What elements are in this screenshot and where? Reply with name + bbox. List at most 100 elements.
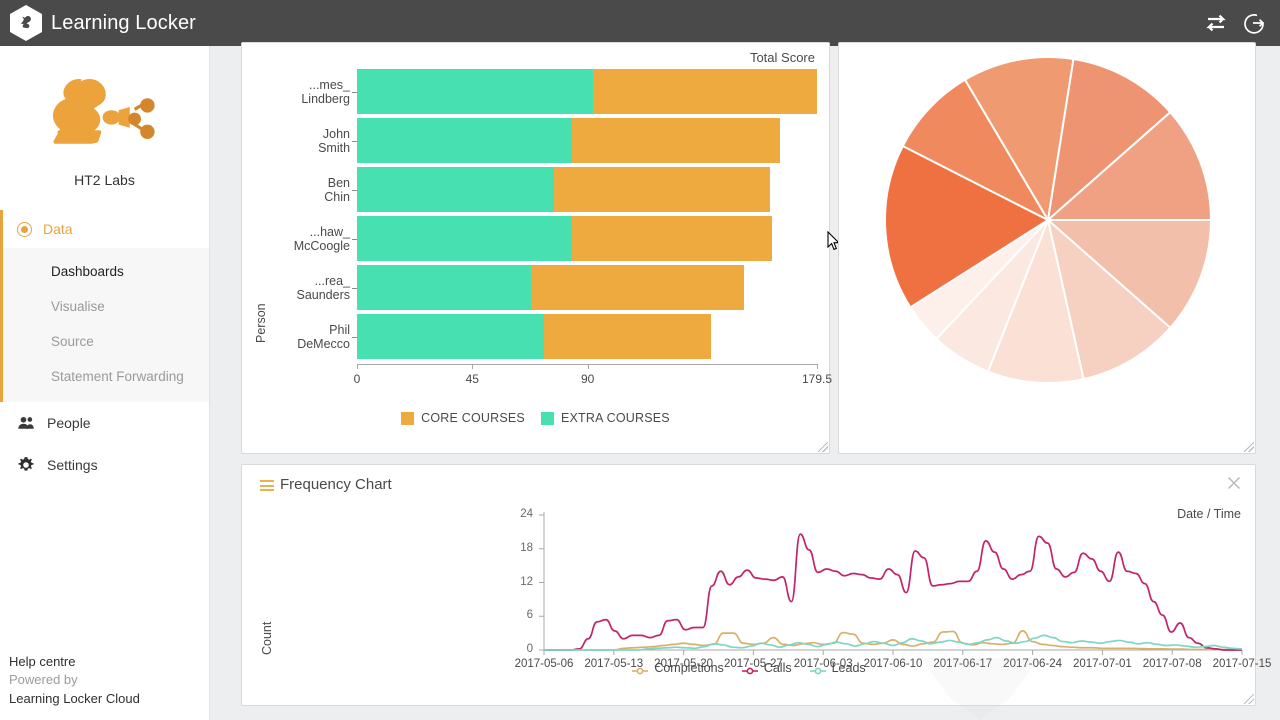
bar-row-label: Ben Chin [324,175,350,204]
frequency-y-tick-label: 24 [520,508,533,520]
legend-item[interactable]: Completions [631,661,724,675]
bar-segment-extra-courses[interactable] [357,265,532,310]
frequency-y-tick-label: 12 [520,575,533,588]
sidebar-item-label-people: People [47,415,91,431]
main-content: Total Score ...mes_ Lindberg John Smith Be… [210,42,1280,720]
topbar-actions [1204,11,1266,35]
product-name-label: Learning Locker Cloud [9,690,140,706]
frequency-y-tick-label: 18 [520,541,533,554]
brand-title: Learning Locker [51,11,196,34]
frequency-y-tick-label: 6 [526,609,533,622]
bar-segment-extra-courses[interactable] [357,216,573,261]
panel-resize-handle[interactable] [1244,442,1254,452]
bar-axis-tick-label: 179.5 [801,372,833,386]
frequency-series-line[interactable] [543,630,1242,651]
bar-row[interactable]: ...mes_ Lindberg [301,69,817,114]
people-icon [18,416,34,429]
pie-svg [884,56,1213,384]
legend-label: EXTRA COURSES [560,411,670,425]
frequency-chart-legend: Completions Calls Leads [242,661,1255,675]
sidebar-nav: Data Dashboards Visualise Source Stateme… [0,210,209,486]
bar-x-axis: 0 45 90 179.5 [354,364,832,386]
brand-logo-icon[interactable] [9,4,43,42]
logout-icon[interactable] [1242,11,1266,35]
bar-segment-extra-courses[interactable] [357,167,555,212]
bar-chart-plot: ...mes_ Lindberg John Smith Ben Chin ...haw… [242,43,840,453]
bar-segment-core-courses[interactable] [572,216,773,261]
bar-segment-extra-courses[interactable] [357,118,573,163]
bar-row[interactable]: Phil DeMecco [297,314,817,359]
legend-item[interactable]: Leads [809,661,866,675]
pie-chart-panel [838,42,1256,454]
legend-label: Leads [831,661,866,675]
radio-selected-icon [17,221,32,237]
legend-swatch [540,411,554,425]
bar-axis-tick [357,364,358,369]
gear-icon [18,457,34,471]
sidebar-footer: Help centre Powered by Learning Locker C… [9,653,140,709]
sidebar-item-data[interactable]: Data [0,210,209,248]
ht2-squirrel-logo-icon [52,79,155,144]
bar-row[interactable]: ...haw_ McCoogle [294,216,817,261]
frequency-series-line[interactable] [543,533,1242,651]
legend-item[interactable]: Calls [741,661,792,675]
bar-y-axis-title: Person [254,303,268,343]
sidebar-item-label-settings: Settings [47,457,98,473]
bar-axis-tick-label: 90 [580,372,595,386]
sidebar-item-dashboards[interactable]: Dashboards [3,254,209,289]
legend-swatch [401,411,415,425]
sidebar-item-statement-forwarding[interactable]: Statement Forwarding [3,359,209,394]
sidebar-item-label-data: Data [43,221,73,237]
legend-label: Completions [654,661,724,675]
help-centre-link[interactable]: Help centre [9,653,140,672]
bar-row-label: ...rea_ Saunders [296,273,350,302]
bar-segment-core-courses[interactable] [554,167,770,212]
bar-axis-tick-label: 45 [465,372,479,386]
top-bar: Learning Locker [0,0,1280,46]
legend-item[interactable]: CORE COURSES [401,411,525,425]
bar-row[interactable]: ...rea_ Saunders [296,265,817,310]
bar-row[interactable]: John Smith [318,118,817,163]
sidebar-item-label-statement-forwarding: Statement Forwarding [51,369,184,384]
sidebar-item-source[interactable]: Source [3,324,209,359]
bar-segment-core-courses[interactable] [531,265,744,310]
frequency-chart-panel: Frequency Chart Date / Time 0 6 12 18 24 201… [241,464,1271,706]
panel-resize-handle[interactable] [1244,694,1254,704]
bar-row-label: ...mes_ Lindberg [301,77,350,106]
bar-segment-extra-courses[interactable] [357,314,545,359]
bar-segment-core-courses[interactable] [544,314,711,359]
sidebar-item-settings[interactable]: Settings [0,444,209,486]
sidebar-item-people[interactable]: People [0,402,209,444]
legend-label: Calls [763,661,792,675]
bar-axis-tick-label: 0 [353,372,361,386]
frequency-y-tick-label: 0 [526,643,533,655]
sidebar-item-label-dashboards: Dashboards [51,264,124,279]
bar-axis-tick [472,364,474,369]
pie-chart-plot [839,43,1255,453]
bar-segment-core-courses[interactable] [572,118,780,163]
swap-arrows-icon[interactable] [1204,11,1228,35]
powered-by-label: Powered by [9,672,78,687]
bar-row-label: Phil DeMecco [297,322,350,351]
org-block: HT2 Labs [0,46,209,188]
legend-item[interactable]: EXTRA COURSES [540,411,670,425]
bar-axis-tick [587,364,589,369]
sidebar-subnav: Dashboards Visualise Source Statement Fo… [0,248,209,402]
bar-rows: ...mes_ Lindberg John Smith Ben Chin ...haw… [294,69,817,363]
org-name: HT2 Labs [74,172,135,188]
sidebar: HT2 Labs Data Dashboards Visualise Sourc… [0,46,210,720]
sidebar-item-label-source: Source [51,334,94,349]
bar-chart-panel: Total Score ...mes_ Lindberg John Smith Be… [241,42,840,454]
legend-line-marker [741,663,759,675]
bar-row[interactable]: Ben Chin [324,167,817,212]
frequency-axis-lines [543,512,1242,651]
bar-segment-core-courses[interactable] [592,69,817,114]
legend-label: CORE COURSES [421,411,525,425]
legend-line-marker [809,663,827,675]
panel-resize-handle[interactable] [818,442,828,452]
bar-row-label: ...haw_ McCoogle [293,224,350,253]
bar-chart-legend: CORE COURSES EXTRA COURSES [242,411,829,425]
bar-segment-extra-courses[interactable] [357,69,593,114]
bar-axis-tick [817,364,818,369]
sidebar-item-visualise[interactable]: Visualise [3,289,209,324]
